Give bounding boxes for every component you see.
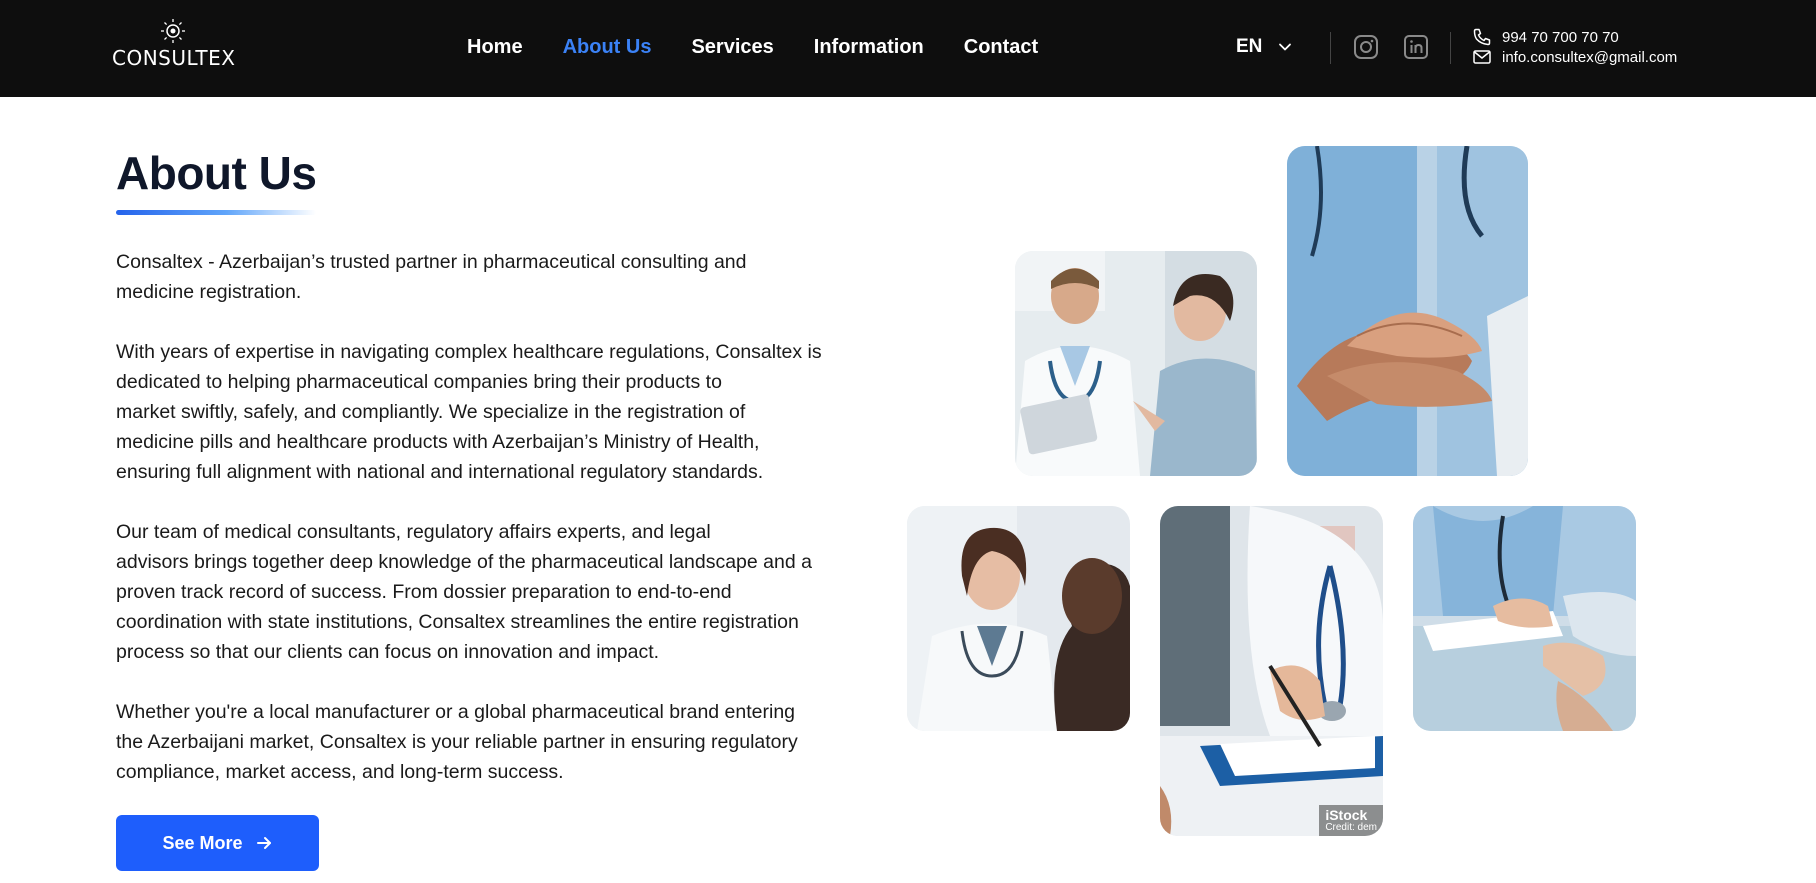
chevron-down-icon	[1279, 43, 1292, 51]
phone-icon	[1473, 28, 1491, 46]
linkedin-icon	[1404, 35, 1428, 59]
paragraph-line: medicine registration.	[116, 281, 302, 303]
nav-contact[interactable]: Contact	[964, 36, 1038, 59]
nav-home[interactable]: Home	[467, 36, 523, 59]
nav-information[interactable]: Information	[814, 36, 924, 59]
photo-doctors-tablet	[1015, 251, 1257, 476]
see-more-button[interactable]: See More	[116, 815, 319, 871]
paragraph-line: process so that our clients can focus on…	[116, 641, 660, 663]
site-header: CONSULTEX Home About Us Services Informa…	[0, 0, 1816, 97]
stock-watermark: iStock Credit: dem	[1319, 804, 1383, 836]
logo-text: CONSULTEX	[112, 46, 236, 70]
photo-smiling-doctor	[907, 506, 1130, 731]
paragraph-line: Consaltex - Azerbaijan’s trusted partner…	[116, 251, 747, 273]
logo-sun-icon	[161, 19, 185, 43]
watermark-credit: Credit: dem	[1325, 821, 1377, 833]
divider	[1330, 32, 1331, 64]
arrow-right-icon	[256, 837, 271, 849]
see-more-label: See More	[162, 832, 243, 853]
instagram-icon	[1354, 35, 1378, 59]
partner-paragraph: Whether you're a local manufacturer or a…	[116, 697, 846, 787]
phone-contact[interactable]: 994 70 700 70 70	[1472, 27, 1619, 47]
nav-services[interactable]: Services	[691, 36, 773, 59]
watermark-brand: iStock	[1325, 806, 1368, 823]
mail-icon	[1473, 50, 1491, 64]
phone-number: 994 70 700 70 70	[1502, 28, 1619, 46]
paragraph-line: market swiftly, safely, and compliantly.…	[116, 401, 746, 423]
paragraph-line: coordination with state institutions, Co…	[116, 611, 799, 633]
paragraph-line: medicine pills and healthcare products w…	[116, 431, 760, 453]
paragraph-line: Our team of medical consultants, regulat…	[116, 521, 711, 543]
expertise-paragraph: With years of expertise in navigating co…	[116, 337, 846, 487]
instagram-link[interactable]	[1352, 33, 1380, 61]
paragraph-line: proven track record of success. From dos…	[116, 581, 732, 603]
title-underline	[116, 210, 316, 215]
page-title: About Us	[116, 147, 317, 199]
paragraph-line: dedicated to helping pharmaceutical comp…	[116, 371, 722, 393]
paragraph-line: ensuring full alignment with national an…	[116, 461, 764, 483]
paragraph-line: Whether you're a local manufacturer or a…	[116, 701, 796, 723]
language-selector[interactable]: EN	[1236, 36, 1292, 58]
paragraph-line: compliance, market access, and long-term…	[116, 761, 564, 783]
email-contact[interactable]: info.consultex@gmail.com	[1472, 47, 1677, 67]
language-label: EN	[1236, 36, 1263, 57]
paragraph-line: advisors brings together deep knowledge …	[116, 551, 812, 573]
team-paragraph: Our team of medical consultants, regulat…	[116, 517, 846, 667]
divider	[1450, 32, 1451, 64]
photo-hands-together	[1287, 146, 1528, 476]
email-address: info.consultex@gmail.com	[1502, 48, 1678, 66]
main-nav: Home About Us Services Information Conta…	[467, 36, 1078, 59]
photo-doctor-writing: iStock Credit: dem	[1160, 506, 1383, 836]
linkedin-link[interactable]	[1402, 33, 1430, 61]
paragraph-line: the Azerbaijani market, Consaltex is you…	[116, 731, 798, 753]
nav-about-us[interactable]: About Us	[563, 36, 652, 59]
photo-team-meeting	[1413, 506, 1636, 731]
logo[interactable]: CONSULTEX	[112, 18, 236, 70]
paragraph-line: With years of expertise in navigating co…	[116, 341, 822, 363]
intro-paragraph: Consaltex - Azerbaijan’s trusted partner…	[116, 247, 846, 307]
